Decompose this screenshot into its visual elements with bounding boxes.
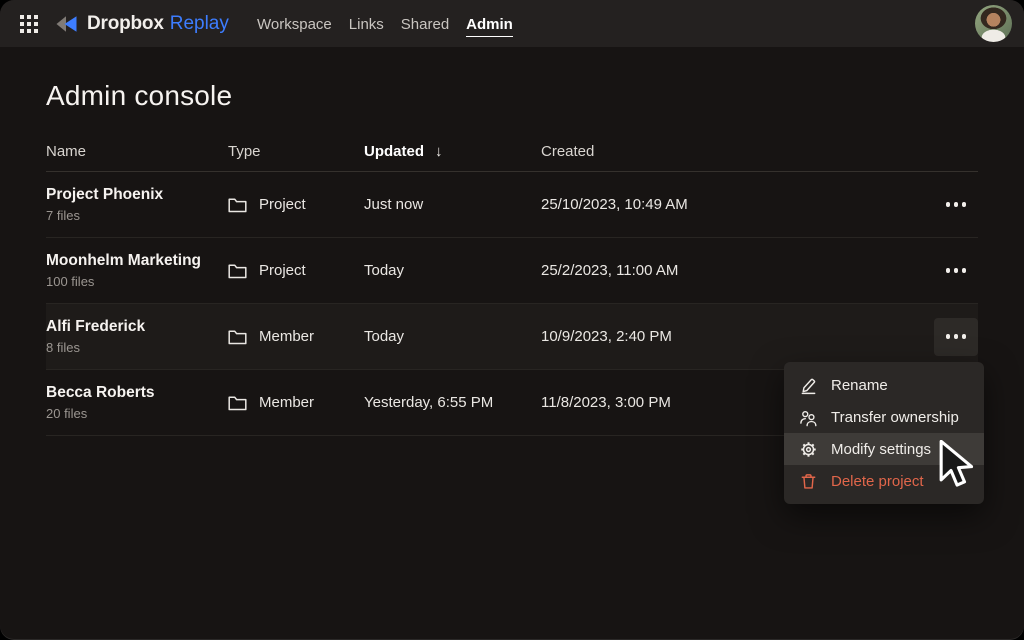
ellipsis-icon bbox=[962, 334, 967, 339]
nav-tab-admin[interactable]: Admin bbox=[466, 11, 513, 37]
row-type-cell: Member bbox=[228, 328, 364, 345]
row-name: Project Phoenix bbox=[46, 186, 228, 204]
logo-brand-text: Dropbox bbox=[87, 13, 164, 35]
page-title: Admin console bbox=[46, 80, 978, 112]
row-file-count: 7 files bbox=[46, 208, 228, 223]
menu-item-label: Transfer ownership bbox=[831, 409, 959, 426]
column-header-type[interactable]: Type bbox=[228, 143, 364, 160]
row-updated: Today bbox=[364, 328, 541, 345]
user-avatar[interactable] bbox=[975, 5, 1012, 42]
sort-desc-arrow-icon: ↓ bbox=[435, 143, 443, 160]
pencil-icon bbox=[798, 375, 818, 395]
logo-product-text: Replay bbox=[170, 13, 229, 35]
more-options-button[interactable] bbox=[934, 186, 978, 224]
row-actions-cell bbox=[934, 186, 978, 224]
row-updated: Today bbox=[364, 262, 541, 279]
row-type: Member bbox=[259, 328, 314, 345]
nav-tab-workspace[interactable]: Workspace bbox=[257, 11, 332, 37]
table-row-alfi-frederick[interactable]: Alfi Frederick 8 files Member Today 10/9… bbox=[46, 304, 978, 370]
row-type: Member bbox=[259, 394, 314, 411]
menu-item-label: Modify settings bbox=[831, 441, 931, 458]
table-row-moonhelm-marketing[interactable]: Moonhelm Marketing 100 files Project Tod… bbox=[46, 238, 978, 304]
row-updated: Just now bbox=[364, 196, 541, 213]
gear-icon bbox=[798, 439, 818, 459]
more-options-button[interactable] bbox=[934, 252, 978, 290]
menu-item-label: Delete project bbox=[831, 473, 924, 490]
menu-item-delete-project[interactable]: Delete project bbox=[784, 465, 984, 497]
primary-nav: Workspace Links Shared Admin bbox=[257, 0, 513, 47]
row-updated: Yesterday, 6:55 PM bbox=[364, 394, 541, 411]
row-created: 25/2/2023, 11:00 AM bbox=[541, 262, 934, 279]
row-type-cell: Member bbox=[228, 394, 364, 411]
ellipsis-icon bbox=[954, 268, 959, 273]
more-options-button-active[interactable] bbox=[934, 318, 978, 356]
nav-tab-shared[interactable]: Shared bbox=[401, 11, 449, 37]
ellipsis-icon bbox=[946, 268, 951, 273]
trash-icon bbox=[798, 471, 818, 491]
row-type-cell: Project bbox=[228, 262, 364, 279]
row-type-cell: Project bbox=[228, 196, 364, 213]
row-name: Moonhelm Marketing bbox=[46, 252, 228, 270]
ellipsis-icon bbox=[946, 334, 951, 339]
row-name-cell: Becca Roberts 20 files bbox=[46, 384, 228, 421]
row-file-count: 100 files bbox=[46, 274, 228, 289]
row-type: Project bbox=[259, 262, 306, 279]
row-file-count: 8 files bbox=[46, 340, 228, 355]
table-row-project-phoenix[interactable]: Project Phoenix 7 files Project Just now… bbox=[46, 172, 978, 238]
nav-tab-links[interactable]: Links bbox=[349, 11, 384, 37]
folder-icon bbox=[228, 394, 247, 411]
replay-rewind-icon bbox=[54, 14, 78, 34]
folder-icon bbox=[228, 328, 247, 345]
row-name: Alfi Frederick bbox=[46, 318, 228, 336]
ellipsis-icon bbox=[954, 334, 959, 339]
ellipsis-icon bbox=[946, 202, 951, 207]
row-type: Project bbox=[259, 196, 306, 213]
top-navbar: Dropbox Replay Workspace Links Shared Ad… bbox=[0, 0, 1024, 47]
menu-item-transfer-ownership[interactable]: Transfer ownership bbox=[784, 401, 984, 433]
apps-grid-icon bbox=[20, 15, 38, 33]
column-header-name[interactable]: Name bbox=[46, 143, 228, 160]
row-name-cell: Moonhelm Marketing 100 files bbox=[46, 252, 228, 289]
people-icon bbox=[798, 407, 818, 427]
app-window: Dropbox Replay Workspace Links Shared Ad… bbox=[0, 0, 1024, 640]
table-header-row: Name Type Updated ↓ Created bbox=[46, 132, 978, 172]
row-name: Becca Roberts bbox=[46, 384, 228, 402]
row-actions-cell bbox=[934, 252, 978, 290]
column-header-updated-label: Updated bbox=[364, 143, 424, 160]
row-actions-cell bbox=[934, 318, 978, 356]
column-header-updated[interactable]: Updated ↓ bbox=[364, 143, 541, 160]
row-name-cell: Project Phoenix 7 files bbox=[46, 186, 228, 223]
menu-item-rename[interactable]: Rename bbox=[784, 369, 984, 401]
folder-icon bbox=[228, 196, 247, 213]
row-created: 25/10/2023, 10:49 AM bbox=[541, 196, 934, 213]
logo-wordmark: Dropbox Replay bbox=[87, 13, 229, 35]
row-file-count: 20 files bbox=[46, 406, 228, 421]
ellipsis-icon bbox=[954, 202, 959, 207]
dropbox-replay-logo[interactable]: Dropbox Replay bbox=[54, 13, 229, 35]
row-name-cell: Alfi Frederick 8 files bbox=[46, 318, 228, 355]
menu-item-modify-settings[interactable]: Modify settings bbox=[784, 433, 984, 465]
apps-grid-button[interactable] bbox=[12, 7, 46, 41]
context-menu: Rename Transfer ownership bbox=[784, 362, 984, 504]
column-header-created[interactable]: Created bbox=[541, 143, 934, 160]
menu-item-label: Rename bbox=[831, 377, 888, 394]
row-created: 10/9/2023, 2:40 PM bbox=[541, 328, 934, 345]
ellipsis-icon bbox=[962, 202, 967, 207]
folder-icon bbox=[228, 262, 247, 279]
ellipsis-icon bbox=[962, 268, 967, 273]
